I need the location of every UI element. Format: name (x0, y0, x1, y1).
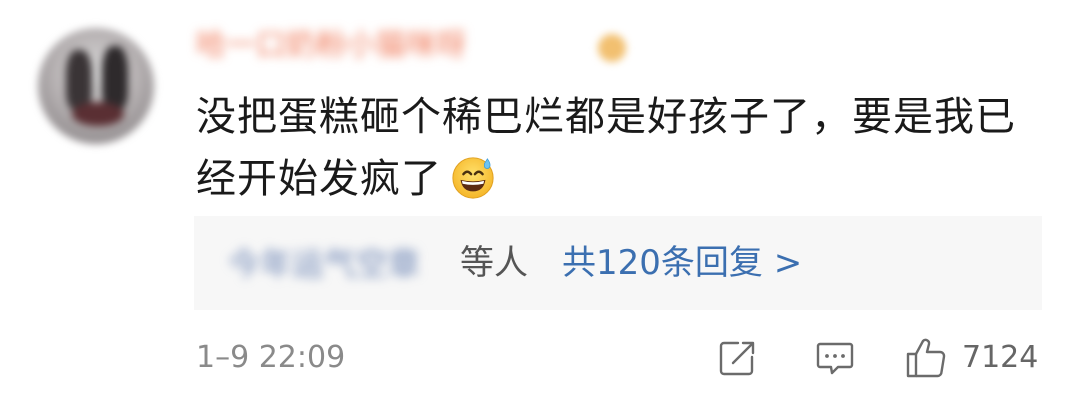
comment-timestamp: 1–9 22:09 (196, 340, 346, 375)
reply-user-names[interactable]: 今年运气空章 (228, 244, 420, 284)
comment-icon (816, 342, 854, 375)
comment-card: 哈一口奶粉小猫咪呀 没把蛋糕砸个稀巴烂都是好孩子了，要是我已经开始发疯了 今年运… (0, 0, 1080, 401)
reply-etc-label: 等人 (460, 243, 528, 283)
share-icon (719, 341, 755, 376)
comment-body: 没把蛋糕砸个稀巴烂都是好孩子了，要是我已经开始发疯了 (196, 94, 1016, 202)
avatar[interactable] (38, 28, 154, 144)
grinning-face-with-sweat-icon (452, 157, 494, 199)
replies-summary[interactable]: 今年运气空章 等人 共120条回复 > (194, 216, 1042, 310)
like-count: 7124 (962, 340, 1039, 375)
username[interactable]: 哈一口奶粉小猫咪呀 (196, 26, 466, 66)
reply-count-link[interactable]: 共120条回复 > (562, 243, 802, 283)
reply-button[interactable] (814, 336, 856, 380)
share-button[interactable] (716, 336, 758, 380)
like-button[interactable]: 7124 (904, 336, 1038, 380)
thumbs-up-icon (906, 338, 946, 378)
comment-text: 没把蛋糕砸个稀巴烂都是好孩子了，要是我已经开始发疯了 (196, 86, 1046, 210)
user-badge-icon (598, 34, 626, 62)
